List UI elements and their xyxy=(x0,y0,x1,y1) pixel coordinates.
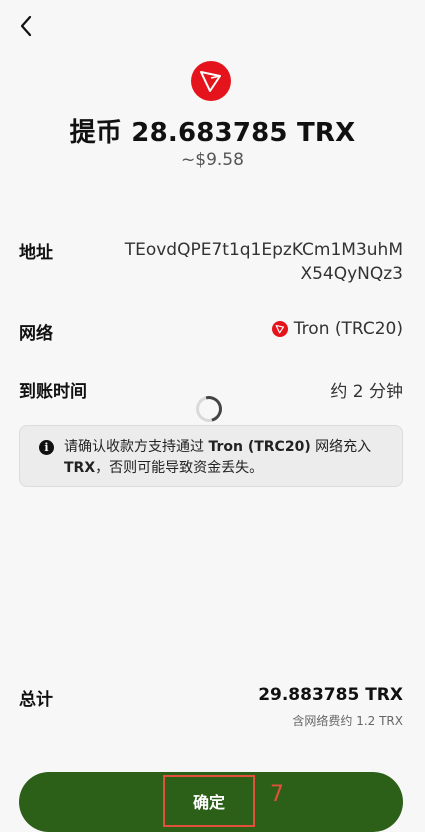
network-fee-note: 含网络费约 1.2 TRX xyxy=(292,714,403,728)
total-label: 总计 xyxy=(19,690,53,710)
info-icon: i xyxy=(39,440,54,455)
network-value: Tron (TRC20) xyxy=(293,319,403,339)
arrival-label: 到账时间 xyxy=(19,382,87,402)
confirm-button[interactable] xyxy=(19,772,403,832)
notice-text: 请确认收款方支持通过 Tron (TRC20) 网络充入 TRX，否则可能导致资… xyxy=(64,439,372,476)
arrival-value: 约 2 分钟 xyxy=(330,382,403,402)
chevron-left-icon xyxy=(20,15,32,37)
network-label: 网络 xyxy=(19,324,53,344)
tron-logo-icon xyxy=(191,61,231,101)
total-amount: 29.883785 TRX xyxy=(258,685,403,705)
loading-spinner-icon xyxy=(191,391,227,427)
fiat-value: ~$9.58 xyxy=(181,150,244,170)
tron-network-icon xyxy=(271,321,288,337)
page-title: 提币 28.683785 TRX xyxy=(69,118,356,148)
back-button[interactable] xyxy=(12,12,40,40)
annotation-marker: 7 xyxy=(270,782,284,807)
warning-notice: i 请确认收款方支持通过 Tron (TRC20) 网络充入 TRX，否则可能导… xyxy=(19,425,403,487)
network-value-group: Tron (TRC20) xyxy=(271,319,403,339)
address-value: TEovdQPE7t1q1EpzKCm1M3uhMX54QyNQz3 xyxy=(124,240,403,284)
address-label: 地址 xyxy=(19,243,53,263)
